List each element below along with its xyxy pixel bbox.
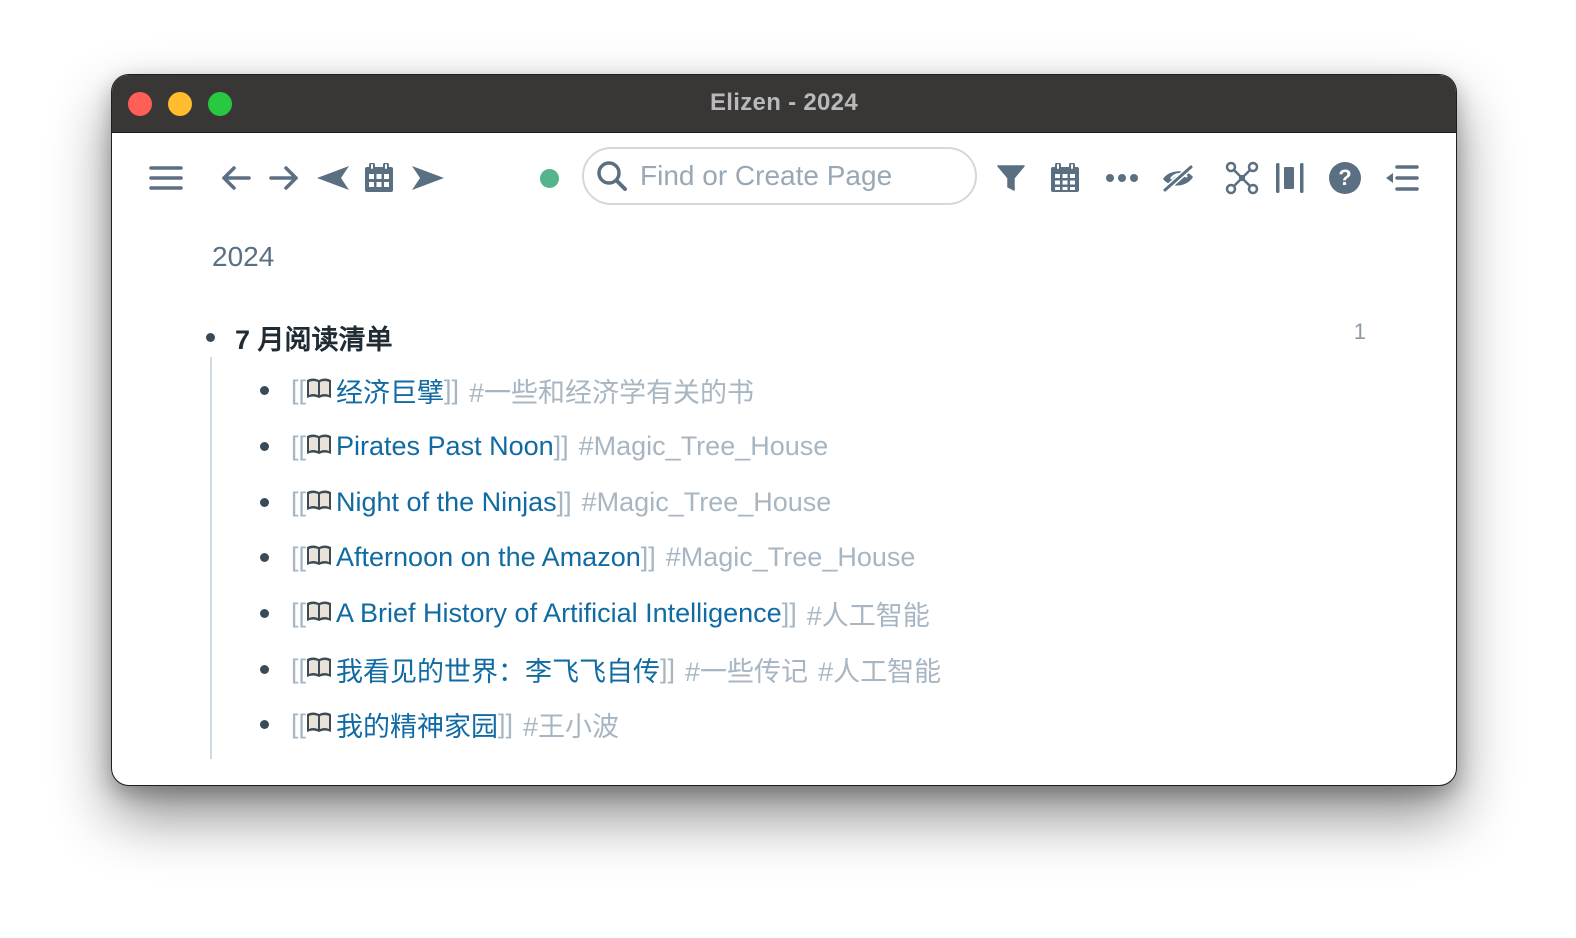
search-box[interactable] [582, 147, 977, 205]
page-link[interactable]: 经济巨擘 [336, 371, 444, 410]
search-icon [597, 161, 627, 191]
tag-list: #Magic_Tree_House [656, 542, 916, 573]
more-icon[interactable] [1104, 160, 1140, 196]
page-content: 2024 7 月阅读清单 1 [[ 经济巨擘 ]] #一些和经济学有关的书 [[… [112, 221, 1456, 785]
block-bullet[interactable] [260, 609, 269, 619]
help-icon[interactable]: ? [1327, 160, 1363, 196]
book-icon [306, 654, 332, 685]
book-icon [306, 542, 332, 573]
outdent-icon[interactable] [1384, 160, 1420, 196]
link-open-bracket: [[ [291, 709, 307, 740]
link-open-bracket: [[ [291, 542, 307, 573]
link-close-bracket: ]] [553, 431, 569, 462]
tag-link[interactable]: #人工智能 [807, 601, 930, 631]
arrow-left-icon[interactable] [218, 160, 254, 196]
tag-link[interactable]: #Magic_Tree_House [579, 431, 829, 461]
link-open-bracket: [[ [291, 598, 307, 629]
book-icon [306, 598, 332, 629]
block-bullet[interactable] [260, 664, 269, 674]
sync-status-indicator [540, 169, 559, 188]
block-row: 7 月阅读清单 1 [202, 317, 1366, 357]
link-open-bracket: [[ [291, 431, 307, 462]
block-bullet[interactable] [206, 332, 215, 342]
book-icon [306, 431, 332, 462]
next-day-icon[interactable] [410, 160, 446, 196]
page-link[interactable]: Afternoon on the Amazon [336, 542, 641, 573]
tag-link[interactable]: #人工智能 [818, 657, 941, 687]
window-title: Elizen - 2024 [710, 89, 858, 116]
root-block: 7 月阅读清单 1 [[ 经济巨擘 ]] #一些和经济学有关的书 [[ Pira… [202, 317, 1366, 759]
child-blocks: [[ 经济巨擘 ]] #一些和经济学有关的书 [[ Pirates Past N… [210, 357, 1366, 759]
arrow-right-icon[interactable] [266, 160, 302, 196]
tag-list: #王小波 [513, 705, 619, 744]
menu-icon[interactable] [148, 160, 184, 196]
calendar-icon[interactable] [361, 160, 397, 196]
link-close-bracket: ]] [498, 709, 514, 740]
list-item: [[ Afternoon on the Amazon ]] #Magic_Tre… [212, 530, 1366, 586]
tag-link[interactable]: #王小波 [523, 712, 619, 742]
tag-list: #人工智能 [797, 594, 930, 633]
tag-link[interactable]: #Magic_Tree_House [666, 542, 916, 572]
tag-list: #一些传记 #人工智能 [675, 650, 941, 689]
tag-list: #一些和经济学有关的书 [459, 371, 754, 410]
page-link[interactable]: Pirates Past Noon [336, 431, 554, 462]
block-text[interactable]: 7 月阅读清单 [235, 318, 393, 357]
link-open-bracket: [[ [291, 375, 307, 406]
list-item: [[ 我看见的世界：李飞飞自传 ]] #一些传记 #人工智能 [212, 641, 1366, 697]
tag-link[interactable]: #一些传记 [685, 657, 808, 687]
block-bullet[interactable] [260, 720, 269, 730]
page-link[interactable]: A Brief History of Artificial Intelligen… [336, 598, 782, 629]
tag-list: #Magic_Tree_House [569, 431, 829, 462]
block-bullet[interactable] [260, 386, 269, 396]
tag-link[interactable]: #一些和经济学有关的书 [469, 378, 754, 408]
filter-icon[interactable] [993, 160, 1029, 196]
link-close-bracket: ]] [781, 598, 797, 629]
book-icon [306, 375, 332, 406]
tag-link[interactable]: #Magic_Tree_House [582, 487, 832, 517]
page-link[interactable]: 我的精神家园 [336, 705, 498, 744]
page-link[interactable]: Night of the Ninjas [336, 487, 557, 518]
link-close-bracket: ]] [444, 375, 460, 406]
link-open-bracket: [[ [291, 653, 307, 684]
book-icon [306, 487, 332, 518]
svg-text:?: ? [1338, 165, 1351, 190]
app-window: Elizen - 2024 Find or Create Page ? 2024… [111, 74, 1457, 786]
calendar-grid-icon[interactable] [1047, 160, 1083, 196]
block-bullet[interactable] [260, 497, 269, 507]
link-close-bracket: ]] [660, 653, 676, 684]
list-item: [[ 我的精神家园 ]] #王小波 [212, 697, 1366, 753]
list-item: [[ A Brief History of Artificial Intelli… [212, 586, 1366, 642]
toolbar: ? [112, 133, 1456, 221]
graph-icon[interactable] [1224, 160, 1260, 196]
page-title[interactable]: 2024 [212, 241, 274, 273]
page-link[interactable]: 我看见的世界：李飞飞自传 [336, 650, 660, 689]
tag-list: #Magic_Tree_House [572, 487, 832, 518]
block-bullet[interactable] [260, 442, 269, 452]
link-open-bracket: [[ [291, 486, 307, 517]
link-close-bracket: ]] [556, 486, 572, 517]
child-count-badge[interactable]: 1 [1354, 319, 1366, 345]
list-item: [[ 经济巨擘 ]] #一些和经济学有关的书 [212, 363, 1366, 419]
title-bar[interactable]: Elizen - 2024 [112, 75, 1456, 133]
link-close-bracket: ]] [640, 542, 656, 573]
search-input[interactable] [638, 159, 962, 193]
list-item: [[ Night of the Ninjas ]] #Magic_Tree_Ho… [212, 474, 1366, 530]
list-item: [[ Pirates Past Noon ]] #Magic_Tree_Hous… [212, 419, 1366, 475]
book-icon [306, 709, 332, 740]
eye-slash-icon[interactable] [1160, 160, 1196, 196]
previous-day-icon[interactable] [315, 160, 351, 196]
block-bullet[interactable] [260, 553, 269, 563]
columns-icon[interactable] [1272, 160, 1308, 196]
